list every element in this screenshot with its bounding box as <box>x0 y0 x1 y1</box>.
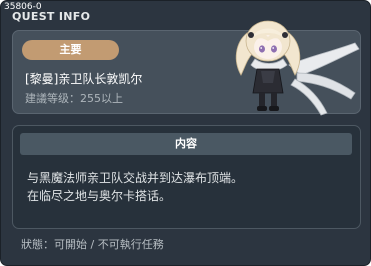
window-title: QUEST INFO <box>12 10 91 23</box>
description-line: 在临尽之地与奥尔卡搭话。 <box>27 189 172 203</box>
status-separator: / <box>87 238 98 251</box>
level-requirement: 建議等级：255以上 <box>25 92 123 105</box>
quest-info-window: 35806-0 QUEST INFO 主要 [黎曼]亲卫队长敦凯尔 建議等级：2… <box>0 0 371 266</box>
quest-name: [黎曼]亲卫队长敦凯尔 <box>25 72 143 86</box>
quest-description: 与黑魔法师亲卫队交战并到达瀑布顶端。 在临尽之地与奥尔卡搭话。 <box>27 169 347 205</box>
npc-portrait-icon <box>235 20 360 116</box>
status-value: 可開始 <box>54 238 87 251</box>
status-extra: 不可執行任務 <box>97 238 164 251</box>
status-label: 狀態： <box>21 238 54 251</box>
quest-category-badge: 主要 <box>22 40 119 60</box>
description-line: 与黑魔法师亲卫队交战并到达瀑布顶端。 <box>27 171 244 185</box>
quest-status: 狀態：可開始 / 不可執行任務 <box>21 238 164 252</box>
quest-content-panel: 内容 与黑魔法师亲卫队交战并到达瀑布顶端。 在临尽之地与奥尔卡搭话。 <box>12 125 361 229</box>
content-header: 内容 <box>20 133 352 155</box>
